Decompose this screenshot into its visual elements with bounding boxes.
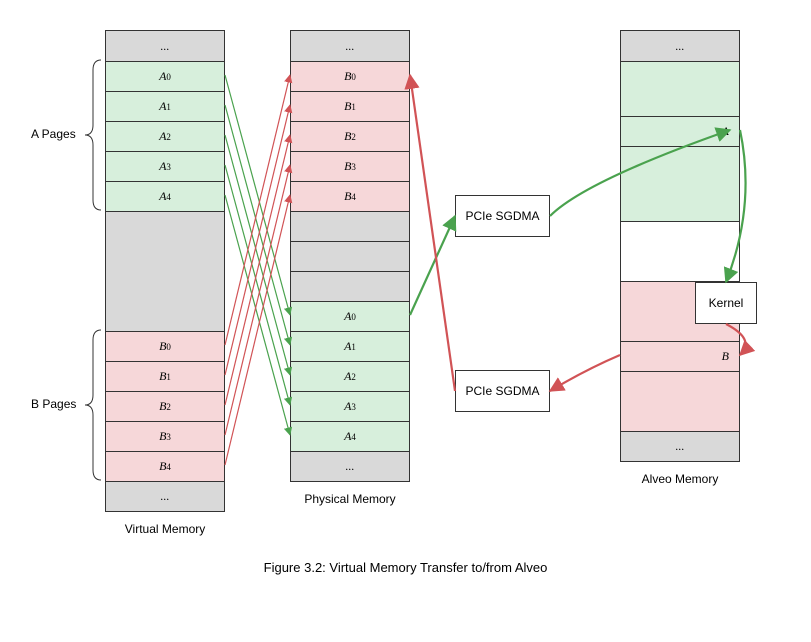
cell-physical-11: A2 — [291, 361, 409, 391]
cell-physical-12: A3 — [291, 391, 409, 421]
cell-physical-10: A1 — [291, 331, 409, 361]
cell-virtual-3: A2 — [106, 121, 224, 151]
cell-physical-3: B2 — [291, 121, 409, 151]
cell-physical-8 — [291, 271, 409, 301]
cell-alveo-3 — [621, 146, 739, 221]
cell-physical-13: A4 — [291, 421, 409, 451]
brace-a-label: A Pages — [31, 127, 76, 141]
cell-alveo-0: ... — [621, 31, 739, 61]
cell-physical-0: ... — [291, 31, 409, 61]
cell-virtual-5: A4 — [106, 181, 224, 211]
memory-column-physical: ...B0B1B2B3B4A0A1A2A3A4... — [290, 30, 410, 482]
cell-physical-2: B1 — [291, 91, 409, 121]
cell-alveo-4 — [621, 221, 739, 281]
cell-virtual-6 — [106, 211, 224, 331]
cell-virtual-11: B4 — [106, 451, 224, 481]
cell-virtual-10: B3 — [106, 421, 224, 451]
memory-column-virtual: ...A0A1A2A3A4B0B1B2B3B4... — [105, 30, 225, 512]
cell-virtual-8: B1 — [106, 361, 224, 391]
cell-physical-5: B4 — [291, 181, 409, 211]
figure-caption: Figure 3.2: Virtual Memory Transfer to/f… — [0, 560, 811, 575]
box-sgdma1: PCIe SGDMA — [455, 195, 550, 237]
brace-b-label: B Pages — [31, 397, 76, 411]
cell-virtual-4: A3 — [106, 151, 224, 181]
cell-virtual-0: ... — [106, 31, 224, 61]
column-label-physical: Physical Memory — [290, 492, 410, 506]
cell-alveo-7 — [621, 371, 739, 431]
cell-virtual-7: B0 — [106, 331, 224, 361]
cell-physical-1: B0 — [291, 61, 409, 91]
cell-alveo-6: B — [621, 341, 739, 371]
cell-virtual-1: A0 — [106, 61, 224, 91]
cell-virtual-2: A1 — [106, 91, 224, 121]
cell-virtual-9: B2 — [106, 391, 224, 421]
cell-physical-4: B3 — [291, 151, 409, 181]
cell-physical-6 — [291, 211, 409, 241]
memory-column-alveo: ... A B... — [620, 30, 740, 462]
column-label-virtual: Virtual Memory — [105, 522, 225, 536]
box-sgdma2: PCIe SGDMA — [455, 370, 550, 412]
cell-alveo-8: ... — [621, 431, 739, 461]
cell-alveo-2: A — [621, 116, 739, 146]
cell-physical-14: ... — [291, 451, 409, 481]
cell-virtual-12: ... — [106, 481, 224, 511]
cell-alveo-1 — [621, 61, 739, 116]
cell-physical-7 — [291, 241, 409, 271]
column-label-alveo: Alveo Memory — [620, 472, 740, 486]
box-kernel: Kernel — [695, 282, 757, 324]
cell-physical-9: A0 — [291, 301, 409, 331]
